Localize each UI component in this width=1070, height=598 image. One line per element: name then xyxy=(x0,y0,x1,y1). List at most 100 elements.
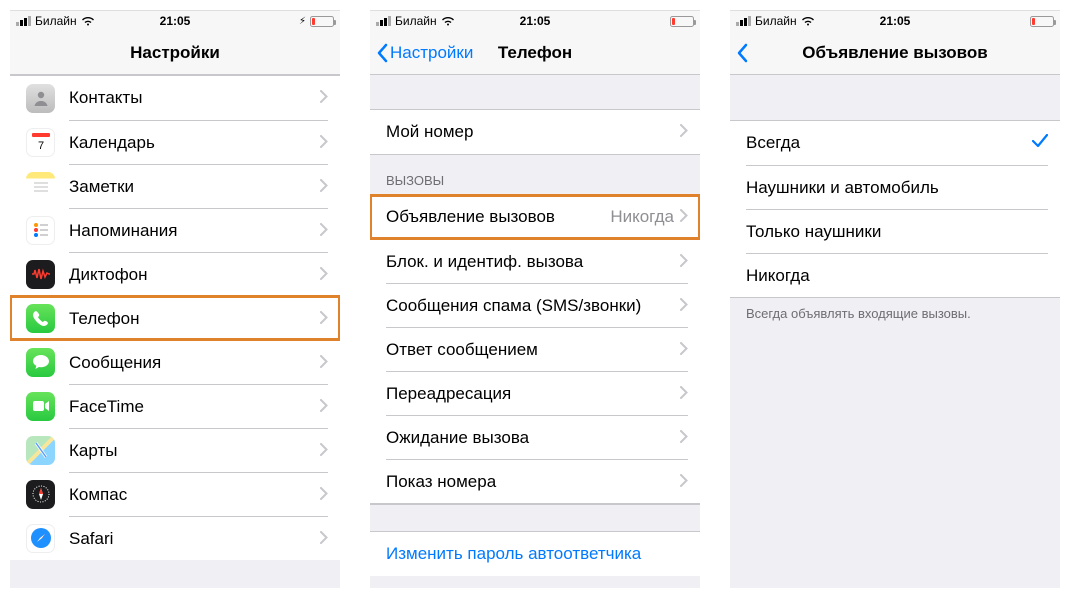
option-never[interactable]: Никогда xyxy=(730,253,1060,297)
row-label: Изменить пароль автоответчика xyxy=(386,544,688,564)
chevron-right-icon xyxy=(320,309,328,329)
voicemail-section: Изменить пароль автоответчика xyxy=(370,532,700,576)
facetime-icon xyxy=(26,392,55,421)
option-label: Всегда xyxy=(746,133,1032,153)
row-change-voicemail-pw[interactable]: Изменить пароль автоответчика xyxy=(370,532,700,576)
chevron-right-icon xyxy=(320,485,328,505)
row-label: Блок. и идентиф. вызова xyxy=(386,252,680,272)
signal-icon xyxy=(16,16,31,26)
row-notes[interactable]: Заметки xyxy=(10,164,340,208)
section-gap xyxy=(370,75,700,110)
chevron-right-icon xyxy=(680,340,688,360)
row-calendar[interactable]: 7 Календарь xyxy=(10,120,340,164)
row-announce-calls[interactable]: Объявление вызовов Никогда xyxy=(370,195,700,239)
row-contacts[interactable]: Контакты xyxy=(10,76,340,120)
calls-section-header: ВЫЗОВЫ xyxy=(370,155,700,195)
row-facetime[interactable]: FaceTime xyxy=(10,384,340,428)
wifi-icon xyxy=(801,16,815,26)
row-label: Календарь xyxy=(69,133,320,153)
status-right: ⚡︎ xyxy=(299,16,334,27)
carrier-label: Билайн xyxy=(755,14,797,28)
voice-memos-icon xyxy=(26,260,55,289)
status-left: Билайн xyxy=(376,14,455,28)
calls-section: Объявление вызовов Никогда Блок. и идент… xyxy=(370,195,700,504)
row-my-number[interactable]: Мой номер xyxy=(370,110,700,154)
wifi-icon xyxy=(81,16,95,26)
screen-announce-calls: Билайн 21:05 Объявление вызовов Всегда Н… xyxy=(730,10,1060,588)
chevron-right-icon xyxy=(320,133,328,153)
row-label: Safari xyxy=(69,529,320,549)
safari-icon xyxy=(26,524,55,553)
row-safari[interactable]: Safari xyxy=(10,516,340,560)
page-title: Настройки xyxy=(130,43,220,63)
chevron-right-icon xyxy=(320,353,328,373)
chevron-left-icon xyxy=(376,43,388,63)
clock: 21:05 xyxy=(520,14,551,28)
section-footer: Всегда объявлять входящие вызовы. xyxy=(730,297,1060,327)
nav-bar: Настройки xyxy=(10,31,340,75)
section-gap xyxy=(370,504,700,532)
row-call-waiting[interactable]: Ожидание вызова xyxy=(370,415,700,459)
row-label: Карты xyxy=(69,441,320,461)
chevron-right-icon xyxy=(680,207,688,227)
option-always[interactable]: Всегда xyxy=(730,121,1060,165)
row-maps[interactable]: Карты xyxy=(10,428,340,472)
status-bar: Билайн 21:05 ⚡︎ xyxy=(10,11,340,31)
row-spam[interactable]: Сообщения спама (SMS/звонки) xyxy=(370,283,700,327)
status-right xyxy=(1030,16,1054,27)
row-label: Телефон xyxy=(69,309,320,329)
row-compass[interactable]: Компас xyxy=(10,472,340,516)
option-label: Никогда xyxy=(746,266,1048,286)
status-right xyxy=(670,16,694,27)
row-messages[interactable]: Сообщения xyxy=(10,340,340,384)
row-label: Диктофон xyxy=(69,265,320,285)
row-label: Компас xyxy=(69,485,320,505)
row-label: Ответ сообщением xyxy=(386,340,680,360)
row-detail: Никогда xyxy=(610,207,674,227)
chevron-right-icon xyxy=(320,265,328,285)
chevron-right-icon xyxy=(680,252,688,272)
back-button[interactable] xyxy=(736,43,748,63)
row-label: Мой номер xyxy=(386,122,680,142)
option-headphones[interactable]: Только наушники xyxy=(730,209,1060,253)
row-forwarding[interactable]: Переадресация xyxy=(370,371,700,415)
option-label: Наушники и автомобиль xyxy=(746,178,1048,198)
charging-icon: ⚡︎ xyxy=(299,16,306,27)
row-phone[interactable]: Телефон xyxy=(10,296,340,340)
chevron-right-icon xyxy=(680,384,688,404)
wifi-icon xyxy=(441,16,455,26)
my-number-section: Мой номер xyxy=(370,110,700,155)
nav-bar: Настройки Телефон xyxy=(370,31,700,75)
clock: 21:05 xyxy=(160,14,191,28)
battery-icon xyxy=(310,16,334,27)
back-button[interactable]: Настройки xyxy=(376,43,473,63)
compass-icon xyxy=(26,480,55,509)
clock: 21:05 xyxy=(880,14,911,28)
option-label: Только наушники xyxy=(746,222,1048,242)
notes-icon xyxy=(26,172,55,201)
row-label: Сообщения xyxy=(69,353,320,373)
row-label: Ожидание вызова xyxy=(386,428,680,448)
nav-bar: Объявление вызовов xyxy=(730,31,1060,75)
status-left: Билайн xyxy=(736,14,815,28)
chevron-right-icon xyxy=(680,296,688,316)
reminders-icon xyxy=(26,216,55,245)
status-bar: Билайн 21:05 xyxy=(370,11,700,31)
row-block-id[interactable]: Блок. и идентиф. вызова xyxy=(370,239,700,283)
checkmark-icon xyxy=(1032,133,1048,153)
option-headphones-car[interactable]: Наушники и автомобиль xyxy=(730,165,1060,209)
row-voice-memos[interactable]: Диктофон xyxy=(10,252,340,296)
row-label: Сообщения спама (SMS/звонки) xyxy=(386,296,680,316)
chevron-right-icon xyxy=(680,428,688,448)
chevron-left-icon xyxy=(736,43,748,63)
chevron-right-icon xyxy=(320,88,328,108)
screen-phone-settings: Билайн 21:05 Настройки Телефон Мой номер… xyxy=(370,10,700,588)
options-list: Всегда Наушники и автомобиль Только науш… xyxy=(730,121,1060,297)
row-reminders[interactable]: Напоминания xyxy=(10,208,340,252)
battery-icon xyxy=(670,16,694,27)
settings-list: Контакты 7 Календарь Заметки Напоминания xyxy=(10,75,340,560)
row-label: Показ номера xyxy=(386,472,680,492)
row-respond-text[interactable]: Ответ сообщением xyxy=(370,327,700,371)
row-show-caller-id[interactable]: Показ номера xyxy=(370,459,700,503)
row-label: Объявление вызовов xyxy=(386,207,610,227)
